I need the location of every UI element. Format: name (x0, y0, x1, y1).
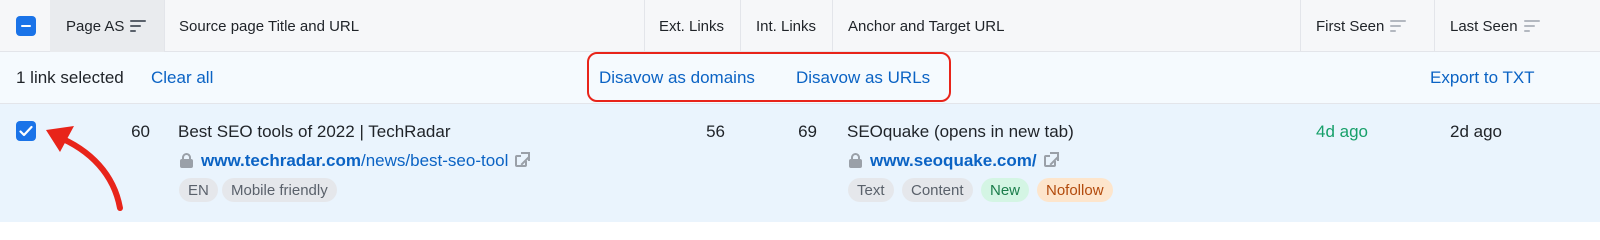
row-checkbox[interactable] (16, 121, 36, 141)
tag-content: Content (902, 178, 973, 202)
column-header-ext-links-label: Ext. Links (659, 17, 725, 35)
tag-nofollow: Nofollow (1037, 178, 1113, 202)
tag-new: New (981, 178, 1030, 202)
source-url[interactable]: www.techradar.com/news/best-seo-tool (180, 151, 531, 171)
tag-text: Text (848, 178, 894, 202)
column-header-last-seen-label: Last Seen (1450, 17, 1518, 35)
int-links-value: 69 (798, 122, 817, 141)
ext-links-value: 56 (706, 122, 725, 141)
source-page-title[interactable]: Best SEO tools of 2022 | TechRadar (178, 122, 450, 142)
clear-all-link[interactable]: Clear all (151, 52, 213, 104)
sort-icon[interactable] (130, 20, 147, 32)
target-url[interactable]: www.seoquake.com/ (849, 151, 1059, 171)
external-link-icon[interactable] (1043, 152, 1059, 167)
target-url-link[interactable]: www.seoquake.com/ (870, 151, 1037, 170)
column-header-ext-links[interactable]: Ext. Links (659, 0, 724, 52)
column-header-anchor: Anchor and Target URL (848, 0, 1004, 52)
source-url-domain[interactable]: www.techradar.com (201, 151, 361, 170)
page-as-value: 60 (131, 122, 150, 141)
column-header-last-seen[interactable]: Last Seen (1450, 0, 1540, 52)
column-header-source-label: Source page Title and URL (179, 17, 360, 35)
sort-icon[interactable] (1523, 20, 1540, 32)
lock-icon (180, 153, 193, 168)
column-header-first-seen[interactable]: First Seen (1316, 0, 1407, 52)
check-icon (19, 125, 33, 137)
sort-icon[interactable] (1390, 20, 1407, 32)
export-txt-button[interactable]: Export to TXT (1430, 52, 1535, 104)
tag-mobile-friendly: Mobile friendly (222, 178, 337, 202)
column-header-page-as-label: Page AS (66, 17, 125, 35)
annotation-highlight-box (587, 52, 951, 102)
select-all-checkbox[interactable] (16, 16, 36, 36)
column-header-first-seen-label: First Seen (1316, 17, 1385, 35)
first-seen-value: 4d ago (1316, 122, 1368, 141)
tag-language: EN (179, 178, 218, 202)
column-header-page-as[interactable]: Page AS (66, 0, 147, 52)
column-header-source: Source page Title and URL (179, 0, 359, 52)
source-url-path[interactable]: /news/best-seo-tool (361, 151, 508, 170)
table-header: Page AS Source page Title and URL Ext. L… (0, 0, 1600, 52)
column-header-int-links[interactable]: Int. Links (756, 0, 816, 52)
minus-icon (21, 25, 31, 27)
anchor-text: SEOquake (opens in new tab) (847, 122, 1074, 141)
column-header-int-links-label: Int. Links (756, 17, 817, 35)
last-seen-value: 2d ago (1450, 122, 1502, 141)
selected-count: 1 link selected (16, 68, 124, 87)
column-header-anchor-label: Anchor and Target URL (848, 17, 1005, 35)
external-link-icon[interactable] (515, 152, 531, 167)
lock-icon (849, 153, 862, 168)
